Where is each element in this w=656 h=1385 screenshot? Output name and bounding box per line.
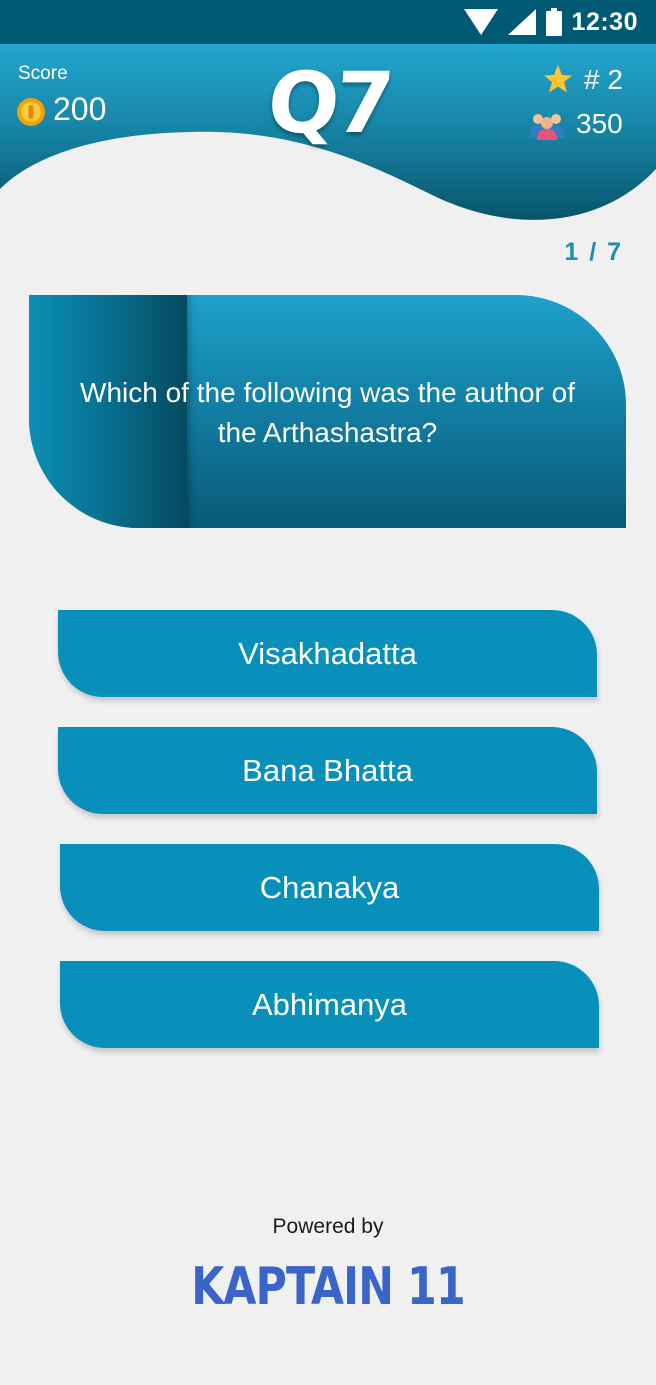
status-bar: 12:30 (0, 0, 656, 44)
answer-option-4[interactable]: Abhimanya (60, 961, 599, 1048)
players-icon (529, 114, 565, 140)
answer-option-2[interactable]: Bana Bhatta (58, 727, 597, 814)
score-value: 200 (53, 91, 107, 127)
question-card: Which of the following was the author of… (29, 295, 626, 528)
question-text: Which of the following was the author of… (80, 377, 575, 448)
answer-option-3[interactable]: Chanakya (60, 844, 599, 931)
status-time: 12:30 (571, 7, 638, 36)
rank-value: # 2 (584, 64, 623, 95)
coin-icon (17, 98, 45, 126)
star-icon (544, 65, 572, 93)
score-label: Score (18, 63, 68, 84)
status-icons: 12:30 (463, 6, 638, 38)
question-number-badge: Q7 (264, 54, 394, 152)
signal-icon (507, 9, 536, 35)
answer-option-1[interactable]: Visakhadatta (58, 610, 597, 697)
powered-by-label: Powered by (272, 1215, 384, 1238)
battery-icon (545, 8, 562, 36)
kaptain11-logo: KAPTAIN 11 (191, 1257, 465, 1317)
players-count: 350 (576, 108, 623, 139)
wifi-icon (463, 9, 498, 35)
question-progress: 1 / 7 (564, 238, 623, 266)
